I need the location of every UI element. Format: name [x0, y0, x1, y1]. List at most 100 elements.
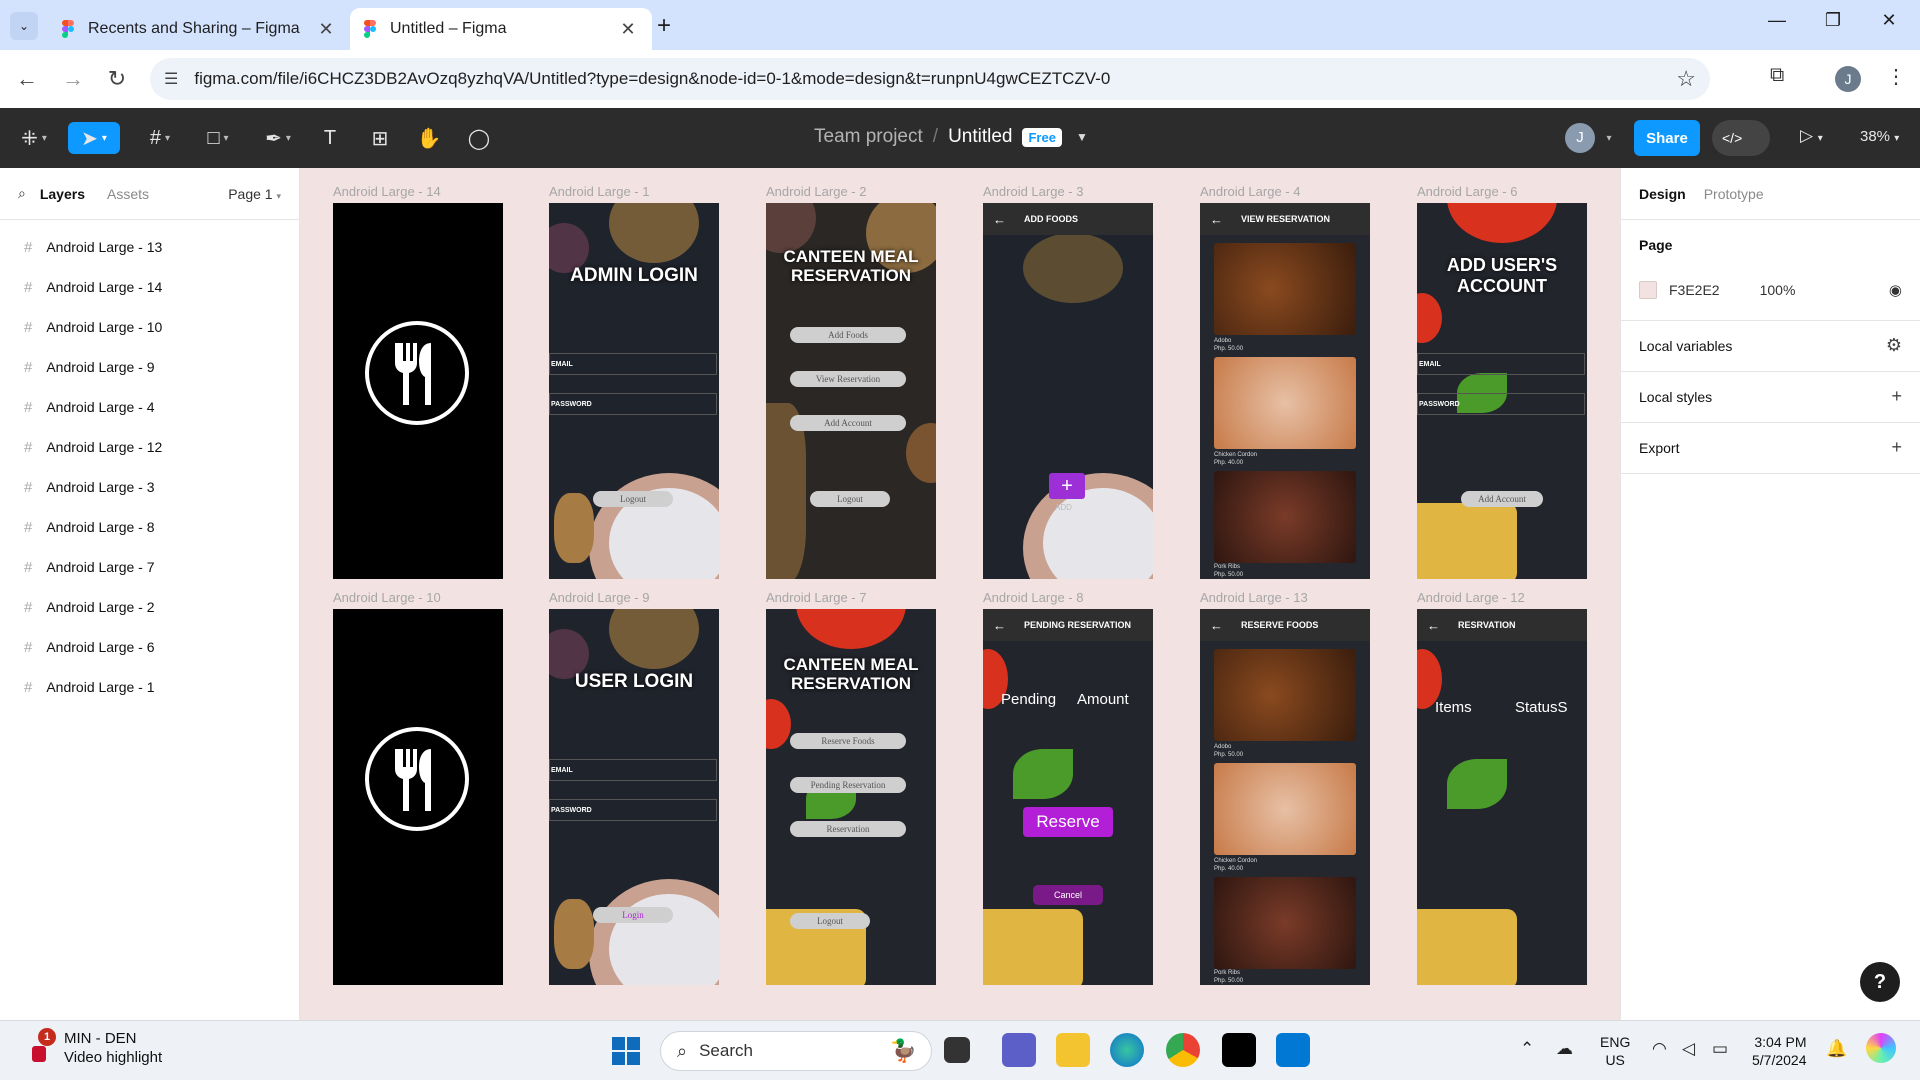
reserve-button[interactable]: Reserve	[1023, 807, 1113, 837]
hand-tool-icon[interactable]: ✋	[416, 122, 442, 154]
frame-label[interactable]: Android Large - 2	[766, 184, 866, 199]
language-indicator[interactable]: ENG US	[1600, 1033, 1630, 1069]
color-swatch[interactable]	[1639, 281, 1657, 299]
email-field[interactable]	[549, 759, 717, 781]
battery-icon[interactable]: ▭	[1712, 1039, 1728, 1059]
url-text[interactable]: figma.com/file/i6CHCZ3DB2AvOzq8yzhqVA/Un…	[194, 69, 1676, 89]
frame-label[interactable]: Android Large - 14	[333, 184, 441, 199]
eye-icon[interactable]: ◉	[1889, 281, 1902, 299]
frame-label[interactable]: Android Large - 13	[1200, 590, 1308, 605]
layer-item[interactable]: # Android Large - 9	[0, 347, 299, 387]
omnibox[interactable]: ☰ figma.com/file/i6CHCZ3DB2AvOzq8yzhqVA/…	[150, 58, 1710, 100]
frame-android-large-3[interactable]: ← ADD FOODS + ADD	[983, 203, 1153, 579]
close-icon[interactable]: ✕	[618, 19, 638, 40]
netflix-icon[interactable]	[1222, 1033, 1256, 1067]
frame-android-large-13[interactable]: ← RESERVE FOODS Adobo Php. 50.00 Chicken C…	[1200, 609, 1370, 985]
email-field[interactable]	[1417, 353, 1585, 375]
chrome-icon[interactable]	[1166, 1033, 1200, 1067]
search-icon[interactable]: ⌕	[18, 185, 26, 202]
add-food-plus-button[interactable]: +	[1049, 473, 1085, 499]
export-section[interactable]: Export +	[1621, 423, 1920, 474]
restore-icon[interactable]: ❐	[1818, 10, 1848, 31]
back-arrow-icon[interactable]: ←	[1210, 212, 1223, 227]
frame-android-large-9[interactable]: USER LOGIN EMAIL PASSWORD Login	[549, 609, 719, 985]
teams-icon[interactable]	[1002, 1033, 1036, 1067]
back-arrow-icon[interactable]: ←	[993, 212, 1006, 227]
frame-android-large-1[interactable]: ADMIN LOGIN EMAIL PASSWORD Logout	[549, 203, 719, 579]
tab-untitled[interactable]: Untitled – Figma ✕	[350, 8, 652, 50]
layer-item[interactable]: # Android Large - 12	[0, 427, 299, 467]
minimize-icon[interactable]: —	[1762, 10, 1792, 31]
new-tab-plus-icon[interactable]: +	[650, 12, 678, 40]
notifications-bell-icon[interactable]: 🔔	[1826, 1039, 1847, 1059]
layer-item[interactable]: # Android Large - 3	[0, 467, 299, 507]
back-arrow-icon[interactable]: ←	[993, 618, 1006, 633]
tab-layers[interactable]: Layers	[40, 186, 85, 202]
frame-label[interactable]: Android Large - 6	[1417, 184, 1517, 199]
add-account-button[interactable]: Add Account	[790, 415, 906, 431]
layer-item[interactable]: # Android Large - 4	[0, 387, 299, 427]
layer-item[interactable]: # Android Large - 8	[0, 507, 299, 547]
tray-overflow-chevron-icon[interactable]: ⌃	[1520, 1039, 1534, 1059]
frame-label[interactable]: Android Large - 1	[549, 184, 649, 199]
cancel-button[interactable]: Cancel	[1033, 885, 1103, 905]
frame-label[interactable]: Android Large - 10	[333, 590, 441, 605]
frame-android-large-8[interactable]: ← PENDING RESERVATION Pending Amount Rese…	[983, 609, 1153, 985]
chevron-down-icon[interactable]: ▼	[1076, 130, 1088, 144]
password-field[interactable]	[1417, 393, 1585, 415]
shape-tool-icon[interactable]: □ ▾	[198, 122, 238, 154]
tab-search-chevron-icon[interactable]: ⌄	[10, 12, 38, 40]
frame-label[interactable]: Android Large - 8	[983, 590, 1083, 605]
share-button[interactable]: Share	[1634, 120, 1700, 156]
add-foods-button[interactable]: Add Foods	[790, 327, 906, 343]
file-explorer-icon[interactable]	[1056, 1033, 1090, 1067]
local-styles-section[interactable]: Local styles +	[1621, 372, 1920, 423]
page-opacity[interactable]: 100%	[1760, 282, 1796, 298]
file-breadcrumb[interactable]: Team project / Untitled Free ▼	[814, 126, 1088, 148]
logout-button[interactable]: Logout	[593, 491, 673, 507]
bookmark-star-icon[interactable]: ☆	[1676, 66, 1696, 92]
add-account-button[interactable]: Add Account	[1461, 491, 1543, 507]
tab-assets[interactable]: Assets	[107, 186, 149, 202]
tab-recents[interactable]: Recents and Sharing – Figma ✕	[48, 8, 350, 50]
password-field[interactable]	[549, 393, 717, 415]
windows-start-icon[interactable]	[612, 1037, 640, 1065]
zoom-menu[interactable]: 38% ▾	[1860, 128, 1899, 145]
task-view-icon[interactable]	[944, 1037, 970, 1063]
reload-icon[interactable]: ↻	[102, 64, 132, 94]
back-arrow-icon[interactable]: ←	[1427, 618, 1440, 633]
dev-mode-toggle[interactable]: </>	[1712, 120, 1770, 156]
page-fill-row[interactable]: F3E2E2 100% ◉	[1639, 270, 1902, 310]
forward-arrow-icon[interactable]: →	[58, 64, 88, 94]
frame-android-large-14[interactable]	[333, 203, 503, 579]
window-close-icon[interactable]: ✕	[1874, 10, 1904, 31]
frame-android-large-10[interactable]	[333, 609, 503, 985]
layer-item[interactable]: # Android Large - 13	[0, 227, 299, 267]
reserve-foods-button[interactable]: Reserve Foods	[790, 733, 906, 749]
copilot-icon[interactable]	[1866, 1033, 1896, 1063]
figma-main-menu-icon[interactable]: ⁜ ▾	[16, 122, 52, 154]
pending-reservation-button[interactable]: Pending Reservation	[790, 777, 906, 793]
chevron-down-icon[interactable]: ▾	[1600, 122, 1614, 154]
layer-item[interactable]: # Android Large - 14	[0, 267, 299, 307]
close-icon[interactable]: ✕	[316, 19, 336, 40]
edge-icon[interactable]	[1110, 1033, 1144, 1067]
variables-sliders-icon[interactable]: ⚙	[1886, 335, 1902, 356]
frame-label[interactable]: Android Large - 9	[549, 590, 649, 605]
logout-button[interactable]: Logout	[790, 913, 870, 929]
add-plus-icon[interactable]: +	[1891, 386, 1902, 407]
password-field[interactable]	[549, 799, 717, 821]
frame-android-large-12[interactable]: ← RESRVATION Items StatusS	[1417, 609, 1587, 985]
reservation-button[interactable]: Reservation	[790, 821, 906, 837]
design-canvas[interactable]: Android Large - 14 Android Large - 1 And…	[300, 168, 1620, 1020]
resources-icon[interactable]: ⊞	[368, 122, 392, 154]
local-variables-section[interactable]: Local variables ⚙	[1621, 321, 1920, 372]
frame-label[interactable]: Android Large - 3	[983, 184, 1083, 199]
tab-prototype[interactable]: Prototype	[1704, 186, 1764, 202]
clock[interactable]: 3:04 PM 5/7/2024	[1752, 1033, 1807, 1069]
frame-label[interactable]: Android Large - 12	[1417, 590, 1525, 605]
frame-android-large-6[interactable]: ADD USER'S ACCOUNT EMAIL PASSWORD Add Ac…	[1417, 203, 1587, 579]
back-arrow-icon[interactable]: ←	[1210, 618, 1223, 633]
present-play-icon[interactable]: ▷ ▾	[1800, 126, 1823, 146]
login-button[interactable]: Login	[593, 907, 673, 923]
